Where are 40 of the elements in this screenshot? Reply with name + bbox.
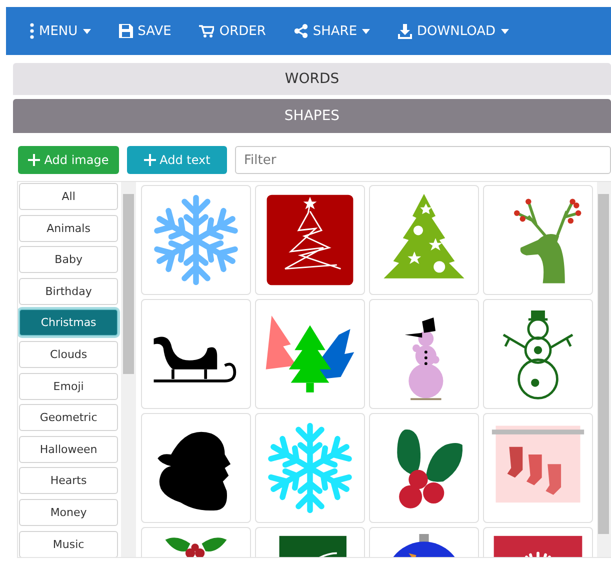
share-icon xyxy=(294,24,308,38)
scrollbar[interactable] xyxy=(121,182,136,557)
category-button[interactable]: Birthday xyxy=(19,278,118,305)
plus-icon xyxy=(144,154,156,166)
category-button[interactable]: Money xyxy=(19,498,118,526)
shape-tile[interactable] xyxy=(140,299,251,409)
category-button[interactable]: Clouds xyxy=(19,340,118,368)
toolbar-button[interactable]: SHARE xyxy=(292,20,372,42)
category-button[interactable]: Animals xyxy=(19,214,118,242)
shape-tile[interactable] xyxy=(482,299,593,409)
toolbar-button[interactable]: SAVE xyxy=(116,20,174,42)
menu-icon xyxy=(30,23,34,39)
shape-tile[interactable] xyxy=(368,185,479,295)
category-button[interactable]: Halloween xyxy=(19,436,118,463)
toolbar-button[interactable]: DOWNLOAD xyxy=(396,20,511,42)
shape-tile[interactable] xyxy=(368,299,479,409)
category-button[interactable]: Music xyxy=(19,530,118,557)
scrollbar[interactable] xyxy=(596,182,611,557)
shape-tile[interactable] xyxy=(482,185,593,295)
shape-tile[interactable] xyxy=(254,413,365,523)
section-tab[interactable]: WORDS xyxy=(13,63,611,95)
plus-icon xyxy=(28,154,40,166)
download-icon xyxy=(398,24,412,38)
category-button[interactable]: Emoji xyxy=(19,372,118,400)
filter-field[interactable]: Filter xyxy=(235,146,611,174)
shape-tile[interactable] xyxy=(140,413,251,523)
category-button[interactable]: Christmas xyxy=(19,309,118,336)
category-button[interactable]: Baby xyxy=(19,246,118,274)
toolbar-button[interactable]: MENU xyxy=(28,19,93,43)
shape-tile[interactable] xyxy=(368,413,479,523)
toolbar-button[interactable]: ORDER xyxy=(197,20,268,42)
category-button[interactable]: All xyxy=(19,183,118,210)
cart-icon xyxy=(199,24,214,38)
shape-tile[interactable] xyxy=(482,413,593,523)
category-button[interactable]: Geometric xyxy=(19,404,118,432)
shape-tile[interactable] xyxy=(140,185,251,295)
category-button[interactable]: Hearts xyxy=(19,467,118,494)
shape-tile[interactable] xyxy=(254,299,365,409)
section-tab[interactable]: SHAPES xyxy=(13,99,611,133)
shape-tile[interactable] xyxy=(254,185,365,295)
